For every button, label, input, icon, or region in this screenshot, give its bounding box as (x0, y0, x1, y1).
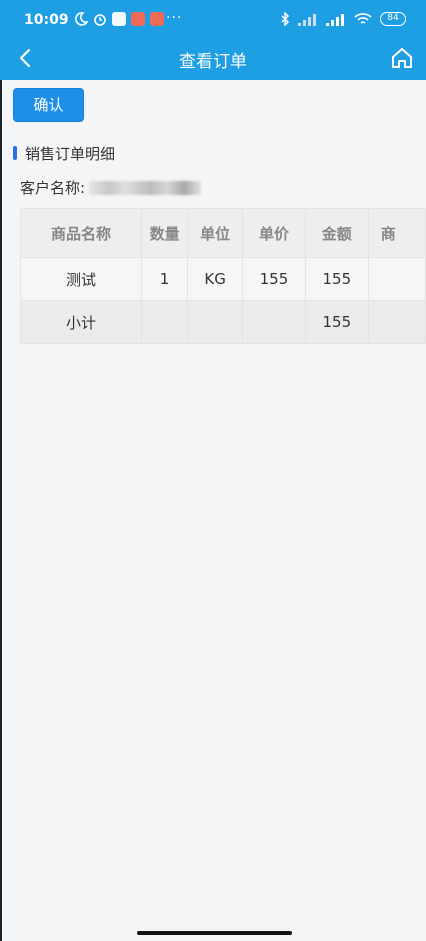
table-cell: KG (187, 257, 244, 301)
section-marker (13, 146, 17, 160)
customer-row: 客户名称: (20, 177, 202, 198)
nav-bar: 查看订单 (0, 40, 426, 80)
table-cell: 1 (141, 257, 189, 301)
section-title: 销售订单明细 (25, 144, 116, 163)
status-bar: 10:09 ··· 84 (0, 0, 426, 40)
subtotal-cell (141, 300, 189, 344)
app-icon (131, 12, 145, 26)
table-cell: 155 (304, 257, 369, 301)
subtotal-cell (367, 300, 426, 344)
app-icon (112, 12, 126, 26)
customer-label: 客户名称: (20, 179, 86, 197)
subtotal-cell: 155 (304, 300, 369, 344)
bluetooth-icon (281, 12, 290, 26)
column-header: 单位 (187, 208, 244, 258)
subtotal-cell: 小计 (20, 300, 143, 344)
app-icon (150, 12, 164, 26)
table-row[interactable]: 测试 1 KG 155 155 (20, 257, 426, 301)
moon-icon (75, 12, 88, 26)
alarm-icon (94, 14, 106, 26)
column-header: 商 (367, 208, 426, 258)
table-cell: 测试 (20, 257, 143, 301)
wifi-icon (354, 13, 372, 24)
status-left-icons (74, 12, 164, 26)
table-cell: 155 (242, 257, 306, 301)
table-header-row: 商品名称 数量 单位 单价 金额 商 (20, 208, 426, 258)
signal-icon (326, 13, 344, 26)
column-header: 金额 (304, 208, 369, 258)
page-title: 查看订单 (179, 52, 247, 72)
column-header: 数量 (141, 208, 189, 258)
window-edge (0, 80, 2, 941)
subtotal-cell (187, 300, 244, 344)
confirm-button[interactable]: 确认 (13, 88, 84, 122)
order-table: 商品名称 数量 单位 单价 金额 商 测试 1 KG 155 155 小计 15… (20, 208, 426, 344)
status-right-icons: 84 (280, 12, 406, 26)
more-notifications: ··· (166, 10, 183, 26)
column-header: 单价 (242, 208, 306, 258)
subtotal-cell (242, 300, 306, 344)
table-cell (367, 257, 426, 301)
home-indicator[interactable] (137, 931, 292, 935)
section-header: 销售订单明细 (13, 144, 116, 163)
subtotal-row: 小计 155 (20, 300, 426, 344)
top-bar: 10:09 ··· 84 查看订单 (0, 0, 426, 80)
screen: 10:09 ··· 84 查看订单 确认 销售订单明细 客户名称: 商品名称 数… (0, 0, 426, 941)
signal-icon (298, 13, 316, 26)
order-table-scroll[interactable]: 商品名称 数量 单位 单价 金额 商 测试 1 KG 155 155 小计 15… (20, 208, 426, 344)
status-time: 10:09 (24, 12, 69, 28)
home-icon[interactable] (388, 44, 416, 72)
battery-icon: 84 (380, 12, 406, 26)
column-header: 商品名称 (20, 208, 143, 258)
customer-name-redacted (89, 180, 202, 195)
